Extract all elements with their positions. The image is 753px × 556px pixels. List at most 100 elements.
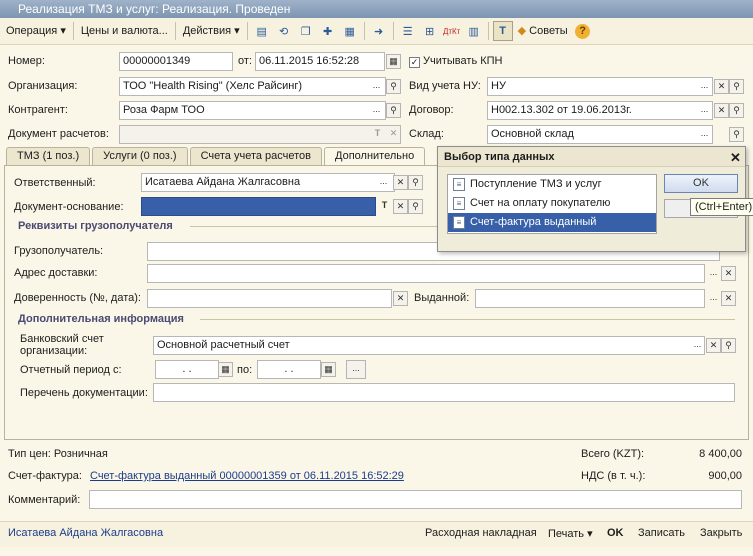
search-icon[interactable]: ⚲	[729, 103, 744, 118]
select-ellipsis-icon[interactable]: ...	[376, 175, 391, 190]
select-ellipsis-icon[interactable]: ...	[706, 266, 721, 281]
calendar-icon[interactable]: ▦	[321, 362, 336, 377]
invoice-print-button[interactable]: Расходная накладная	[425, 527, 537, 539]
base-document-label: Документ-основание:	[14, 201, 124, 213]
bottom-bar: Исатаева Айдана Жалгасовна Расходная нак…	[0, 521, 753, 547]
calendar-icon[interactable]: ▦	[218, 362, 233, 377]
warehouse-field[interactable]: Основной склад	[487, 125, 713, 144]
advice-button[interactable]: ◆ Советы	[514, 21, 572, 41]
structure-icon[interactable]: ⊞	[420, 21, 440, 41]
bank-account-field[interactable]: Основной расчетный счет	[153, 336, 705, 355]
chevron-down-icon: ▾	[60, 25, 66, 37]
help-icon[interactable]: ?	[573, 21, 593, 41]
nu-field[interactable]: НУ	[487, 77, 713, 96]
date-field[interactable]: 06.11.2015 16:52:28	[255, 52, 385, 71]
search-icon[interactable]: ⚲	[386, 79, 401, 94]
ok-button[interactable]: OK	[607, 527, 624, 539]
tab-services[interactable]: Услуги (0 поз.)	[92, 147, 188, 165]
debit-credit-icon[interactable]: ДтКт	[442, 21, 462, 41]
clear-icon[interactable]: ✕	[721, 266, 736, 281]
tab-settlement-accounts[interactable]: Счета учета расчетов	[189, 147, 323, 165]
search-icon[interactable]: ⚲	[408, 175, 423, 190]
select-ellipsis-icon[interactable]: ...	[697, 127, 712, 142]
clear-icon[interactable]: ✕	[721, 291, 736, 306]
kpn-checkbox[interactable]: ✓ Учитывать КПН	[409, 55, 503, 68]
number-label: Номер:	[8, 55, 45, 67]
tab-strip: ТМЗ (1 поз.) Услуги (0 поз.) Счета учета…	[6, 147, 426, 166]
actions-menu[interactable]: Действия ▾	[179, 21, 244, 41]
clear-icon[interactable]: ✕	[386, 127, 401, 142]
toolbar: Операция ▾ Цены и валюта... Действия ▾ ▤…	[0, 18, 753, 45]
based-on-icon[interactable]: ➜	[369, 21, 389, 41]
select-ellipsis-icon[interactable]: ...	[697, 79, 712, 94]
toolbar-separator	[246, 22, 248, 40]
organization-field[interactable]: ТОО "Health Rising" (Хелс Райсинг)	[119, 77, 386, 96]
comment-field[interactable]	[89, 490, 742, 509]
issued-field[interactable]	[475, 289, 705, 308]
report-icon[interactable]: ☰	[398, 21, 418, 41]
select-ellipsis-icon[interactable]: ...	[369, 103, 384, 118]
print-button[interactable]: Печать ▾	[548, 527, 593, 540]
search-icon[interactable]: ⚲	[729, 127, 744, 142]
toolbar-separator	[487, 22, 489, 40]
period-from-field[interactable]: . .	[155, 360, 219, 379]
close-icon[interactable]: ✕	[730, 150, 741, 166]
number-field[interactable]: 00000001349	[119, 52, 233, 71]
select-ellipsis-icon[interactable]: ...	[369, 79, 384, 94]
add-document-icon[interactable]: ✚	[318, 21, 338, 41]
proxy-field[interactable]	[147, 289, 392, 308]
list-item[interactable]: ≡ Поступление ТМЗ и услуг	[448, 175, 656, 194]
clear-icon[interactable]: ✕	[714, 79, 729, 94]
period-select-button[interactable]: ...	[346, 360, 366, 379]
search-icon[interactable]: ⚲	[721, 338, 736, 353]
close-button[interactable]: Закрыть	[700, 527, 742, 539]
consignee-label: Грузополучатель:	[14, 245, 104, 257]
address-field[interactable]	[147, 264, 705, 283]
clear-icon[interactable]: ✕	[393, 175, 408, 190]
select-ellipsis-icon[interactable]: ...	[697, 103, 712, 118]
select-ellipsis-icon[interactable]: ...	[706, 291, 721, 306]
post-document-icon[interactable]: ▤	[252, 21, 272, 41]
responsible-user-link[interactable]: Исатаева Айдана Жалгасовна	[8, 527, 163, 539]
list-item-selected[interactable]: ≡ Счет-фактура выданный	[448, 213, 656, 232]
clear-icon[interactable]: ✕	[714, 103, 729, 118]
clear-icon[interactable]: ✕	[706, 338, 721, 353]
search-icon[interactable]: ⚲	[408, 199, 423, 214]
tab-tmz[interactable]: ТМЗ (1 поз.)	[6, 147, 91, 165]
contract-field[interactable]: Н002.13.302 от 19.06.2013г.	[487, 101, 713, 120]
clear-icon[interactable]: ✕	[393, 291, 408, 306]
warehouse-label: Склад:	[409, 128, 444, 140]
date-label: от:	[238, 55, 252, 67]
settlement-doc-label: Документ расчетов:	[8, 128, 109, 140]
text-type-icon[interactable]: T	[370, 127, 385, 142]
text-mode-icon[interactable]: Т	[492, 21, 513, 41]
clear-icon[interactable]: ✕	[393, 199, 408, 214]
contractor-label: Контрагент:	[8, 104, 68, 116]
settlement-doc-field[interactable]	[119, 125, 401, 144]
tab-additional[interactable]: Дополнительно	[324, 147, 426, 166]
toolbar-separator	[392, 22, 394, 40]
related-documents-icon[interactable]: ▦	[340, 21, 360, 41]
advice-icon: ◆	[517, 25, 527, 37]
docs-list-field[interactable]	[153, 383, 735, 402]
select-ellipsis-icon[interactable]: ...	[690, 338, 705, 353]
period-to-field[interactable]: . .	[257, 360, 321, 379]
calendar-icon[interactable]: ▦	[386, 54, 401, 69]
base-document-field[interactable]	[141, 197, 376, 216]
organization-label: Организация:	[8, 80, 78, 92]
save-button[interactable]: Записать	[638, 527, 685, 539]
search-icon[interactable]: ⚲	[386, 103, 401, 118]
contractor-field[interactable]: Роза Фарм ТОО	[119, 101, 386, 120]
search-icon[interactable]: ⚲	[729, 79, 744, 94]
list-item[interactable]: ≡ Счет на оплату покупателю	[448, 194, 656, 213]
popup-ok-button[interactable]: OK	[664, 174, 738, 193]
section-divider	[200, 319, 735, 320]
prices-currency-button[interactable]: Цены и валюта...	[77, 21, 172, 41]
refresh-icon[interactable]: ⟲	[274, 21, 294, 41]
invoice-link[interactable]: Счет-фактура выданный 00000001359 от 06.…	[90, 470, 404, 482]
responsible-field[interactable]: Исатаева Айдана Жалгасовна	[141, 173, 395, 192]
text-type-icon[interactable]: T	[377, 199, 392, 214]
copy-icon[interactable]: ❐	[296, 21, 316, 41]
operation-menu[interactable]: Операция ▾	[2, 21, 70, 41]
journal-icon[interactable]: ▥	[464, 21, 484, 41]
